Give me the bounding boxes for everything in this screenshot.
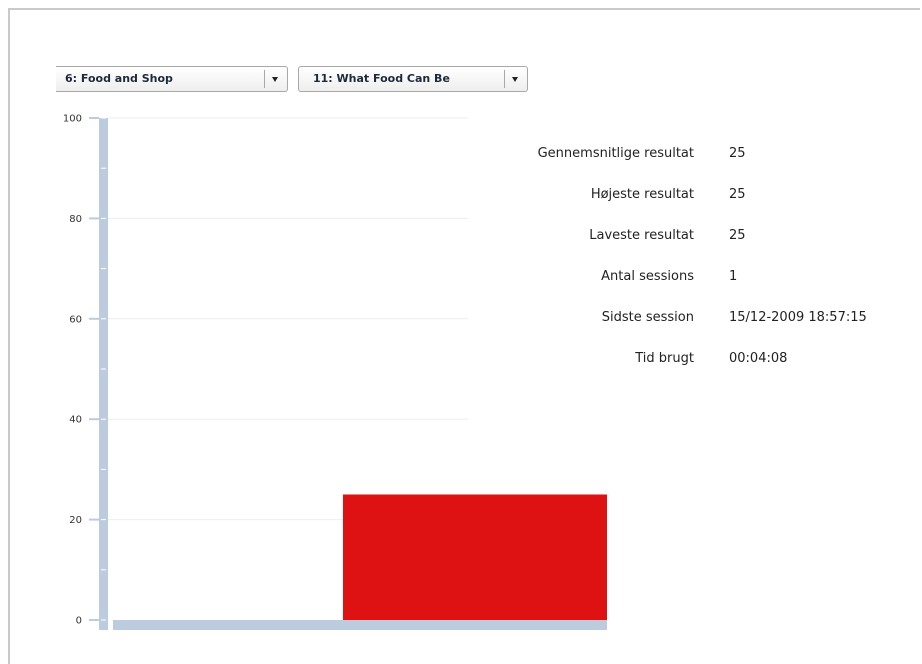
stat-label: Tid brugt (635, 351, 694, 366)
stat-value: 25 (729, 146, 746, 161)
stat-value: 25 (729, 187, 746, 202)
y-axis (99, 118, 108, 630)
stat-value: 00:04:08 (729, 351, 788, 366)
stat-lowest: Laveste resultat 25 (470, 228, 910, 248)
y-tick-label: 100 (63, 114, 82, 125)
y-minor-tick (101, 368, 106, 370)
y-minor-tick (101, 167, 106, 169)
y-minor-tick (101, 217, 106, 219)
stat-label: Sidste session (601, 310, 694, 325)
stat-label: Gennemsnitlige resultat (537, 146, 694, 161)
chart-y-ticks: 0 20 40 60 80 100 (63, 114, 99, 627)
y-minor-tick (101, 519, 106, 521)
stat-last-session: Sidste session 15/12-2009 18:57:15 (470, 310, 910, 330)
chart-gridlines (108, 117, 468, 521)
result-bar (343, 494, 607, 620)
y-minor-tick (101, 619, 106, 621)
result-chart: 0 20 40 60 80 100 (63, 114, 607, 630)
y-minor-tick (101, 468, 106, 470)
stat-value: 15/12-2009 18:57:15 (729, 310, 867, 325)
y-minor-tick (101, 318, 106, 320)
y-minor-tick (101, 268, 106, 270)
stat-label: Laveste resultat (589, 228, 694, 243)
stat-value: 1 (729, 269, 738, 284)
stat-label: Højeste resultat (590, 187, 694, 202)
y-tick-label: 0 (76, 616, 82, 627)
stat-label: Antal sessions (601, 269, 694, 284)
y-tick-label: 40 (69, 415, 82, 426)
x-axis (113, 620, 607, 630)
y-minor-tick (101, 569, 106, 571)
y-tick-label: 20 (69, 515, 82, 526)
stat-time-spent: Tid brugt 00:04:08 (470, 351, 910, 371)
stat-value: 25 (729, 228, 746, 243)
chart-bars (343, 494, 607, 620)
y-minor-tick (101, 418, 106, 420)
stat-average: Gennemsnitlige resultat 25 (470, 146, 910, 166)
y-tick-label: 60 (69, 314, 82, 325)
stat-highest: Højeste resultat 25 (470, 187, 910, 207)
y-minor-tick (101, 117, 106, 119)
stat-session-count: Antal sessions 1 (470, 269, 910, 289)
y-tick-label: 80 (69, 214, 82, 225)
